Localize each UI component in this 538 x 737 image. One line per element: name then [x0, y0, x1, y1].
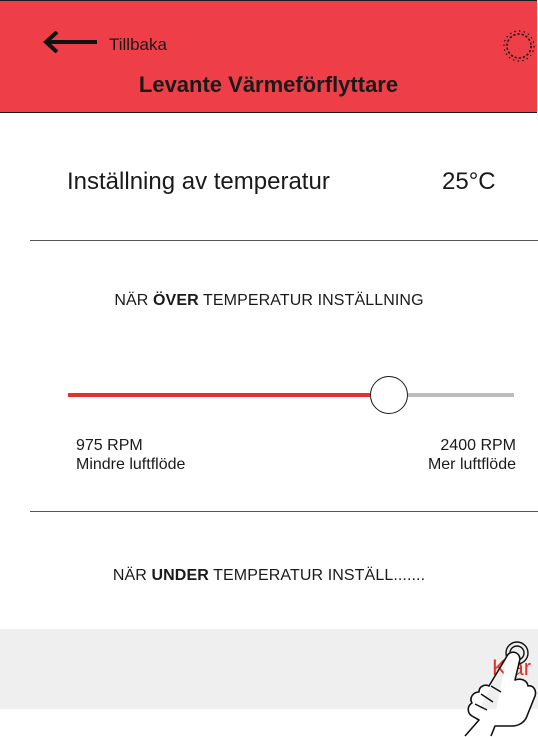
rpm-min-value: 975 RPM — [76, 437, 143, 454]
temperature-setting-label: Inställning av temperatur — [67, 168, 330, 195]
over-heading-emphasis: ÖVER — [153, 292, 199, 309]
rpm-slider[interactable] — [68, 375, 514, 415]
divider — [30, 511, 538, 512]
slider-fill — [68, 393, 370, 397]
rpm-max-label: 2400 RPM Mer luftflöde — [428, 436, 516, 474]
divider — [30, 240, 538, 241]
rpm-max-description: Mer luftflöde — [427, 456, 516, 473]
rpm-min-label: 975 RPM Mindre luftflöde — [76, 436, 185, 474]
over-heading-suffix: TEMPERATUR INSTÄLLNING — [198, 292, 424, 309]
under-temperature-heading[interactable]: NÄR UNDER TEMPERATUR INSTÄLL....... — [0, 566, 538, 586]
under-heading-suffix: TEMPERATUR INSTÄLL....... — [208, 567, 426, 584]
page-title: Levante Värmeförflyttare — [138, 72, 399, 97]
arrow-left-icon[interactable] — [43, 31, 97, 53]
rpm-min-description: Mindre luftflöde — [76, 456, 186, 473]
slider-thumb[interactable] — [370, 376, 408, 414]
under-heading-emphasis: UNDER — [151, 567, 209, 584]
gear-icon[interactable] — [502, 29, 536, 63]
temperature-setting-value[interactable]: 25°C — [442, 167, 496, 197]
slider-track — [408, 393, 514, 397]
under-heading-prefix: NÄR — [112, 567, 152, 584]
rpm-max-value: 2400 RPM — [440, 437, 516, 454]
back-button[interactable]: Tillbaka — [109, 35, 167, 55]
over-heading-prefix: NÄR — [114, 292, 154, 309]
hand-pointer-icon — [464, 641, 537, 737]
over-temperature-heading: NÄR ÖVER TEMPERATUR INSTÄLLNING — [0, 291, 538, 311]
app-header: Tillbaka Levante Värmeförflyttare — [0, 0, 537, 113]
